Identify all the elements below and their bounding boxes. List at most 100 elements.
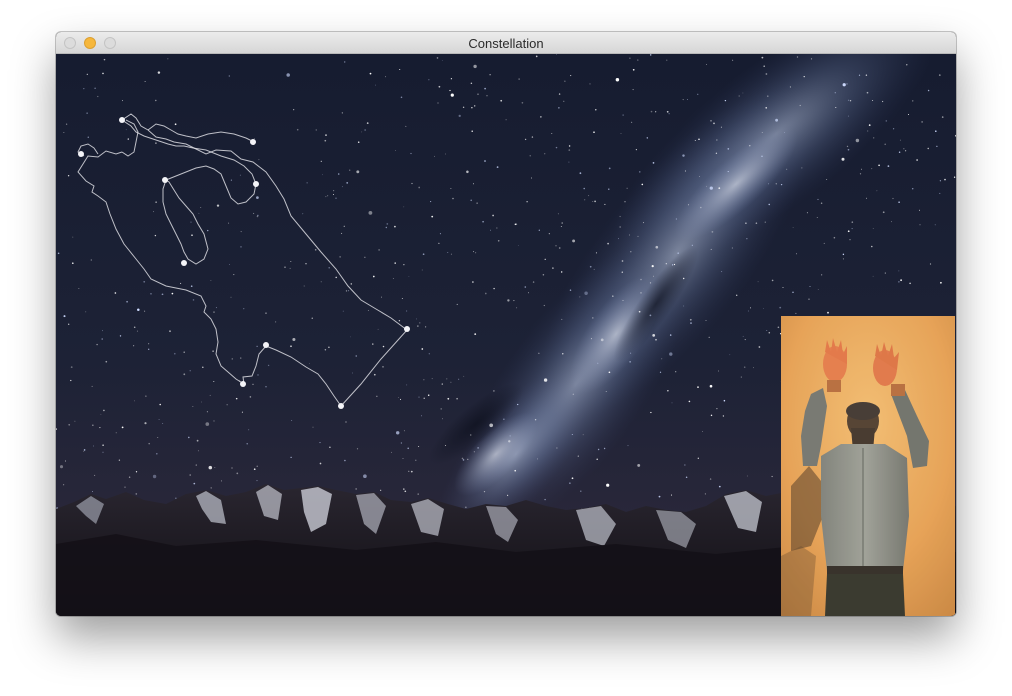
star bbox=[755, 222, 758, 224]
star bbox=[363, 474, 367, 479]
star bbox=[516, 307, 518, 309]
star bbox=[196, 439, 199, 442]
star bbox=[403, 206, 405, 208]
star bbox=[808, 298, 810, 300]
star bbox=[508, 440, 511, 443]
star bbox=[846, 83, 848, 85]
star bbox=[386, 223, 389, 225]
star bbox=[235, 397, 238, 400]
star bbox=[349, 169, 351, 171]
star bbox=[688, 204, 689, 206]
star bbox=[720, 126, 722, 128]
star bbox=[153, 211, 155, 213]
star bbox=[86, 112, 88, 114]
star bbox=[489, 423, 494, 428]
star bbox=[319, 462, 322, 465]
star bbox=[473, 251, 475, 253]
star bbox=[403, 430, 405, 432]
star bbox=[635, 149, 637, 151]
star bbox=[143, 280, 146, 283]
star bbox=[558, 107, 560, 109]
star bbox=[391, 451, 392, 453]
star bbox=[374, 84, 376, 86]
star bbox=[683, 305, 685, 307]
star bbox=[518, 78, 520, 80]
star bbox=[638, 310, 641, 313]
star bbox=[121, 426, 124, 429]
star bbox=[101, 338, 103, 340]
star bbox=[841, 157, 845, 161]
star bbox=[806, 212, 808, 214]
star bbox=[823, 242, 825, 244]
star bbox=[447, 397, 450, 400]
star bbox=[683, 277, 685, 280]
star bbox=[865, 74, 868, 76]
star bbox=[555, 245, 557, 247]
star bbox=[486, 95, 488, 97]
star bbox=[810, 58, 813, 60]
star bbox=[315, 129, 317, 131]
star bbox=[771, 279, 774, 282]
star bbox=[477, 93, 479, 95]
sky-canvas[interactable] bbox=[56, 54, 956, 616]
star bbox=[438, 85, 441, 88]
star bbox=[792, 227, 794, 228]
star bbox=[208, 465, 213, 470]
star bbox=[400, 442, 403, 444]
star bbox=[560, 226, 562, 227]
star bbox=[782, 286, 784, 289]
star bbox=[746, 475, 748, 477]
star bbox=[763, 308, 764, 309]
star bbox=[290, 345, 292, 348]
star bbox=[682, 154, 685, 157]
star bbox=[183, 351, 185, 353]
star bbox=[240, 246, 242, 248]
star bbox=[174, 123, 177, 126]
star bbox=[180, 282, 182, 284]
star bbox=[540, 116, 542, 118]
star bbox=[226, 404, 228, 406]
star bbox=[174, 352, 176, 355]
star bbox=[466, 170, 469, 174]
star bbox=[589, 265, 592, 268]
constellation-star bbox=[119, 117, 125, 123]
star bbox=[871, 245, 873, 248]
star bbox=[341, 112, 343, 114]
title-bar[interactable]: Constellation bbox=[56, 32, 956, 54]
star bbox=[473, 451, 475, 453]
constellation-star bbox=[162, 177, 168, 183]
star bbox=[715, 152, 718, 154]
star bbox=[156, 452, 158, 455]
star bbox=[87, 136, 89, 138]
star bbox=[921, 121, 923, 123]
star bbox=[253, 468, 256, 471]
star bbox=[595, 109, 597, 111]
star bbox=[779, 306, 782, 309]
webcam-person-figure bbox=[781, 316, 955, 616]
star bbox=[118, 459, 121, 461]
star bbox=[341, 232, 343, 234]
star bbox=[872, 228, 874, 229]
star bbox=[397, 397, 399, 398]
star bbox=[892, 197, 894, 200]
star bbox=[873, 137, 875, 139]
star bbox=[556, 447, 558, 449]
star bbox=[228, 75, 230, 77]
star bbox=[710, 248, 712, 250]
star bbox=[417, 493, 419, 495]
star bbox=[325, 196, 327, 198]
star bbox=[102, 72, 104, 75]
star bbox=[411, 182, 413, 185]
star bbox=[658, 495, 661, 498]
star bbox=[514, 469, 517, 472]
star bbox=[418, 396, 420, 398]
star bbox=[157, 437, 159, 438]
star bbox=[419, 322, 421, 324]
star bbox=[722, 415, 725, 417]
star bbox=[627, 445, 629, 447]
star bbox=[253, 212, 255, 215]
star bbox=[497, 240, 500, 242]
star bbox=[907, 113, 910, 116]
star bbox=[305, 263, 307, 265]
star bbox=[434, 155, 435, 157]
